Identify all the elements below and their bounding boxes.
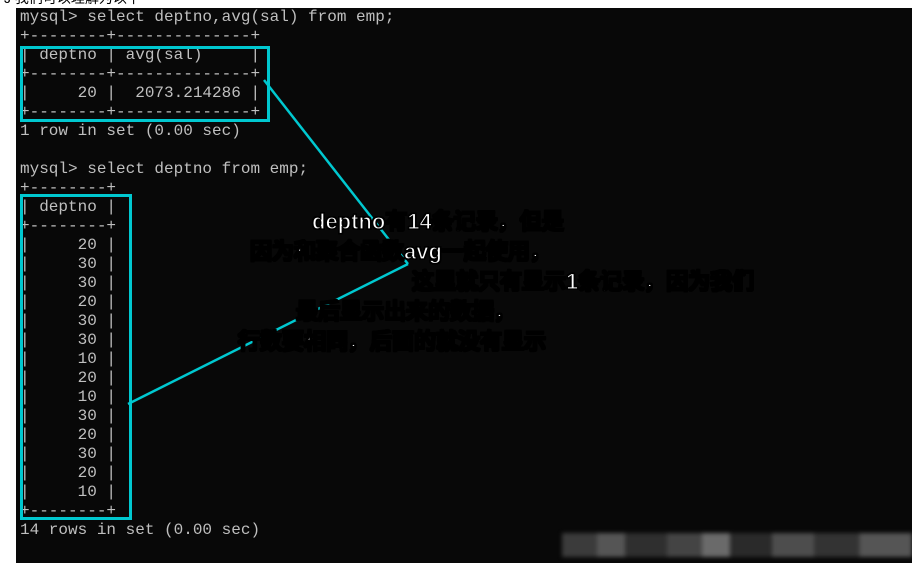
- annot-line-3: 这里就只有显示1条记录，因为我们: [412, 268, 754, 296]
- cropped-text-above: J 我们可以理解为以下: [0, 0, 145, 8]
- q2-border-bot: +--------+: [16, 502, 912, 521]
- table-row: | 30 |: [16, 407, 912, 426]
- bottom-blur-strip: [562, 533, 912, 557]
- q1-border-top: +--------+--------------+: [16, 27, 912, 46]
- query1-cmd: select deptno,avg(sal) from emp;: [78, 8, 395, 26]
- mysql-prompt: mysql>: [20, 8, 78, 26]
- terminal-window: mysql> select deptno,avg(sal) from emp; …: [16, 8, 912, 563]
- q1-status: 1 row in set (0.00 sec): [16, 122, 912, 141]
- mysql-prompt: mysql>: [20, 160, 78, 178]
- annot-line-1: deptno有14条记录，但是: [312, 208, 564, 236]
- query2-cmd: select deptno from emp;: [78, 160, 308, 178]
- annot-line-5: 行数要相同，后面的就没有显示: [238, 328, 546, 356]
- annot-line-4: 最后显示出来的数据，: [296, 298, 516, 326]
- table-row: | 10 |: [16, 483, 912, 502]
- q1-border-bot: +--------+--------------+: [16, 103, 912, 122]
- blank-line-1: [16, 141, 912, 160]
- table-row: | 20 |: [16, 426, 912, 445]
- q1-border-mid: +--------+--------------+: [16, 65, 912, 84]
- table-row: | 10 |: [16, 388, 912, 407]
- table-row: | 30 |: [16, 445, 912, 464]
- q2-border-top: +--------+: [16, 179, 912, 198]
- annot-line-2: 因为和聚合函数avg一起使用，: [250, 238, 552, 266]
- table-row: | 20 |: [16, 369, 912, 388]
- q1-row: | 20 | 2073.214286 |: [16, 84, 912, 103]
- query2-line: mysql> select deptno from emp;: [16, 160, 912, 179]
- query1-line: mysql> select deptno,avg(sal) from emp;: [16, 8, 912, 27]
- table-row: | 20 |: [16, 464, 912, 483]
- q1-header: | deptno | avg(sal) |: [16, 46, 912, 65]
